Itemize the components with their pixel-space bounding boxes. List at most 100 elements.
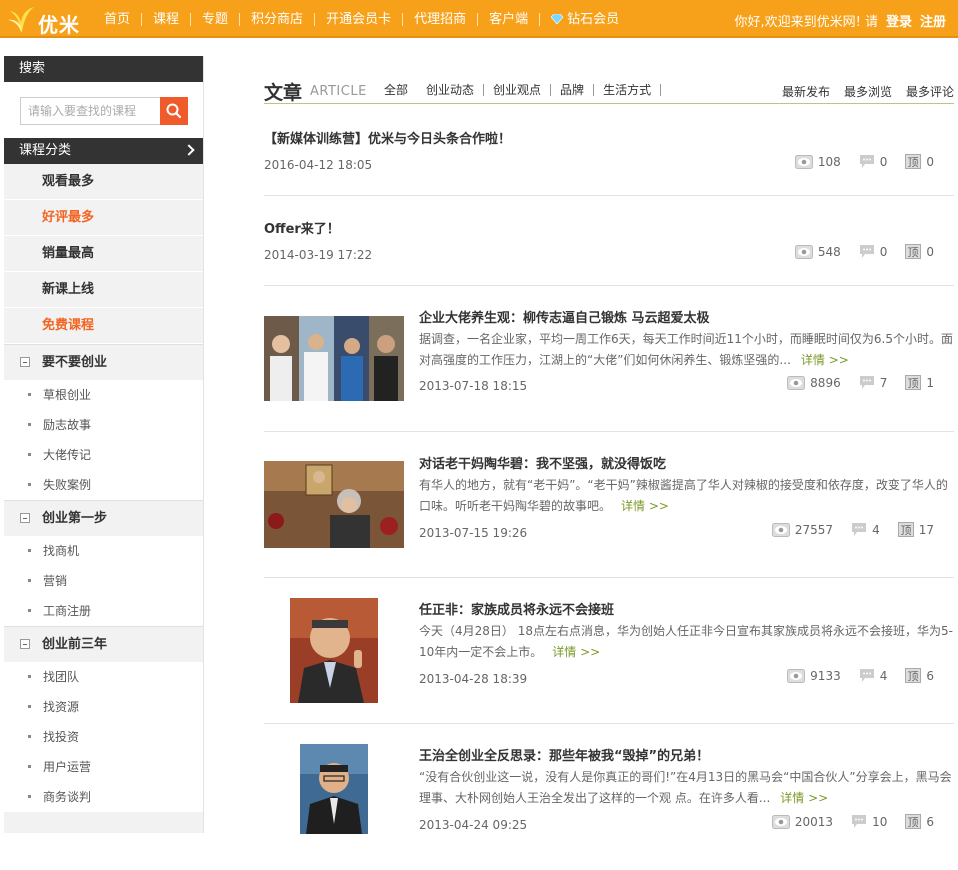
search-button[interactable] xyxy=(160,97,188,125)
sidebar-subitem[interactable]: 工商注册 xyxy=(4,596,203,626)
chevron-right-icon xyxy=(183,144,195,156)
category-heading[interactable]: 课程分类 xyxy=(4,138,203,164)
like-count[interactable]: 顶6 xyxy=(905,814,934,829)
search-icon xyxy=(166,103,182,119)
thumbnail-image xyxy=(264,316,404,401)
read-more-link[interactable]: 详情 >> xyxy=(621,499,669,513)
sidebar-subitem[interactable]: 草根创业 xyxy=(4,380,203,410)
nav-points-store[interactable]: 积分商店 xyxy=(240,12,316,26)
sidebar-subitem[interactable]: 大佬传记 xyxy=(4,440,203,470)
comment-count-value: 0 xyxy=(879,244,888,259)
like-count[interactable]: 顶0 xyxy=(905,244,934,259)
nav-membership-card[interactable]: 开通会员卡 xyxy=(315,12,404,26)
like-glyph: 顶 xyxy=(908,246,919,259)
comment-icon xyxy=(859,376,874,389)
comment-icon xyxy=(859,245,874,258)
like-count-value: 0 xyxy=(926,154,934,169)
nav-diamond-member[interactable]: 钻石会员 xyxy=(540,13,630,26)
diamond-icon xyxy=(551,13,564,24)
like-count[interactable]: 顶1 xyxy=(905,375,934,390)
subitem-label: 商务谈判 xyxy=(43,790,92,804)
comment-count: 7 xyxy=(859,375,887,390)
comment-count: 4 xyxy=(859,668,887,683)
article-title[interactable]: 任正非：家族成员将永远不会接班 xyxy=(419,599,614,618)
eye-icon xyxy=(771,814,790,829)
tab-all[interactable]: 全部 xyxy=(384,84,417,96)
group-header[interactable]: 创业前三年 xyxy=(4,626,203,662)
article-thumbnail[interactable] xyxy=(300,744,368,834)
sidebar-subitem[interactable]: 找团队 xyxy=(4,662,203,692)
article-title[interactable]: 对话老干妈陶华碧：我不坚强，就没得饭吃 xyxy=(419,453,666,472)
article-title[interactable]: 【新媒体训练营】优米与今日头条合作啦！ xyxy=(264,128,511,147)
category-top-rated[interactable]: 好评最多 xyxy=(4,200,203,236)
thumbnail-image xyxy=(264,461,404,548)
bullet-icon xyxy=(28,609,31,612)
sort-most-viewed[interactable]: 最多浏览 xyxy=(844,83,892,100)
bullet-icon xyxy=(28,735,31,738)
register-link[interactable]: 注册 xyxy=(920,15,946,30)
sort-most-commented[interactable]: 最多评论 xyxy=(906,83,954,100)
comment-count-value: 0 xyxy=(879,154,888,169)
article-date: 2013-07-18 18:15 xyxy=(419,379,528,393)
nav-courses[interactable]: 课程 xyxy=(142,12,192,26)
article-title[interactable]: 王治全创业全反思录：那些年被我“毁掉”的兄弟！ xyxy=(419,745,709,764)
sidebar-subitem[interactable]: 商务谈判 xyxy=(4,782,203,812)
sidebar-subitem[interactable]: 找资源 xyxy=(4,692,203,722)
article-item: 企业大佬养生观：柳传志逼自己锻炼 马云超爱太极 据调查，一名企业家，平均一周工作… xyxy=(264,286,954,432)
sidebar-subitem[interactable]: 用户运营 xyxy=(4,752,203,782)
article-thumbnail[interactable] xyxy=(290,598,378,703)
nav-topics[interactable]: 专题 xyxy=(191,12,241,26)
article-title[interactable]: Offer来了！ xyxy=(264,218,340,237)
nav-client[interactable]: 客户端 xyxy=(478,12,541,26)
article-summary: 今天（4月28日） 18点左右点消息，华为创始人任正非今日宣布其家族成员将永远不… xyxy=(419,621,954,663)
group-header[interactable]: 创业第一步 xyxy=(4,500,203,536)
article-date: 2016-04-12 18:05 xyxy=(264,158,373,172)
article-thumbnail[interactable] xyxy=(264,461,404,548)
read-more-link[interactable]: 详情 >> xyxy=(552,645,600,659)
sidebar-subitem[interactable]: 营销 xyxy=(4,566,203,596)
category-most-viewed[interactable]: 观看最多 xyxy=(4,164,203,200)
article-thumbnail[interactable] xyxy=(264,316,404,401)
article-title[interactable]: 企业大佬养生观：柳传志逼自己锻炼 马云超爱太极 xyxy=(419,307,710,326)
welcome-area: 你好,欢迎来到优米网! 请登录 注册 xyxy=(734,11,946,30)
article-item: 【新媒体训练营】优米与今日头条合作啦！ 2016-04-12 18:05 108… xyxy=(264,104,954,196)
like-count[interactable]: 顶 17 xyxy=(897,522,934,537)
nav-agency[interactable]: 代理招商 xyxy=(403,12,479,26)
like-icon: 顶 xyxy=(905,244,922,259)
sort-latest[interactable]: 最新发布 xyxy=(782,83,830,100)
view-count-value: 9133 xyxy=(810,668,841,683)
sidebar-subitem[interactable]: 失败案例 xyxy=(4,470,203,500)
sidebar-subitem[interactable]: 找商机 xyxy=(4,536,203,566)
view-count: 108 xyxy=(794,154,841,169)
tab-lifestyle[interactable]: 生活方式 xyxy=(594,84,662,96)
subitem-label: 失败案例 xyxy=(43,478,92,492)
group-header[interactable]: 要不要创业 xyxy=(4,344,203,380)
category-free-courses[interactable]: 免费课程 xyxy=(4,308,203,344)
view-count: 548 xyxy=(794,244,841,259)
sidebar-subitem[interactable]: 找投资 xyxy=(4,722,203,752)
login-link[interactable]: 登录 xyxy=(886,15,912,30)
category-best-selling[interactable]: 销量最高 xyxy=(4,236,203,272)
like-count[interactable]: 顶0 xyxy=(905,154,934,169)
view-count-value: 20013 xyxy=(794,814,834,829)
logo[interactable]: 优米 xyxy=(6,3,86,37)
subitem-label: 找资源 xyxy=(43,700,80,714)
tab-startup-views[interactable]: 创业观点 xyxy=(484,84,552,96)
nav-home[interactable]: 首页 xyxy=(104,12,143,26)
read-more-link[interactable]: 详情 >> xyxy=(801,353,849,367)
search-input[interactable] xyxy=(20,97,161,125)
category-new-courses[interactable]: 新课上线 xyxy=(4,272,203,308)
bullet-icon xyxy=(28,705,31,708)
sidebar-subitem[interactable]: 励志故事 xyxy=(4,410,203,440)
sort-options: 最新发布 最多浏览 最多评论 xyxy=(782,83,954,100)
bullet-icon xyxy=(28,549,31,552)
comment-count: 10 xyxy=(851,814,887,829)
tab-startup-news[interactable]: 创业动态 xyxy=(417,84,485,96)
like-glyph: 顶 xyxy=(908,156,919,169)
view-count-value: 548 xyxy=(817,244,841,259)
eye-icon xyxy=(787,668,806,683)
like-count-value: 1 xyxy=(926,375,934,390)
read-more-link[interactable]: 详情 >> xyxy=(780,791,828,805)
like-count[interactable]: 顶6 xyxy=(905,668,934,683)
tab-brand[interactable]: 品牌 xyxy=(551,84,595,96)
